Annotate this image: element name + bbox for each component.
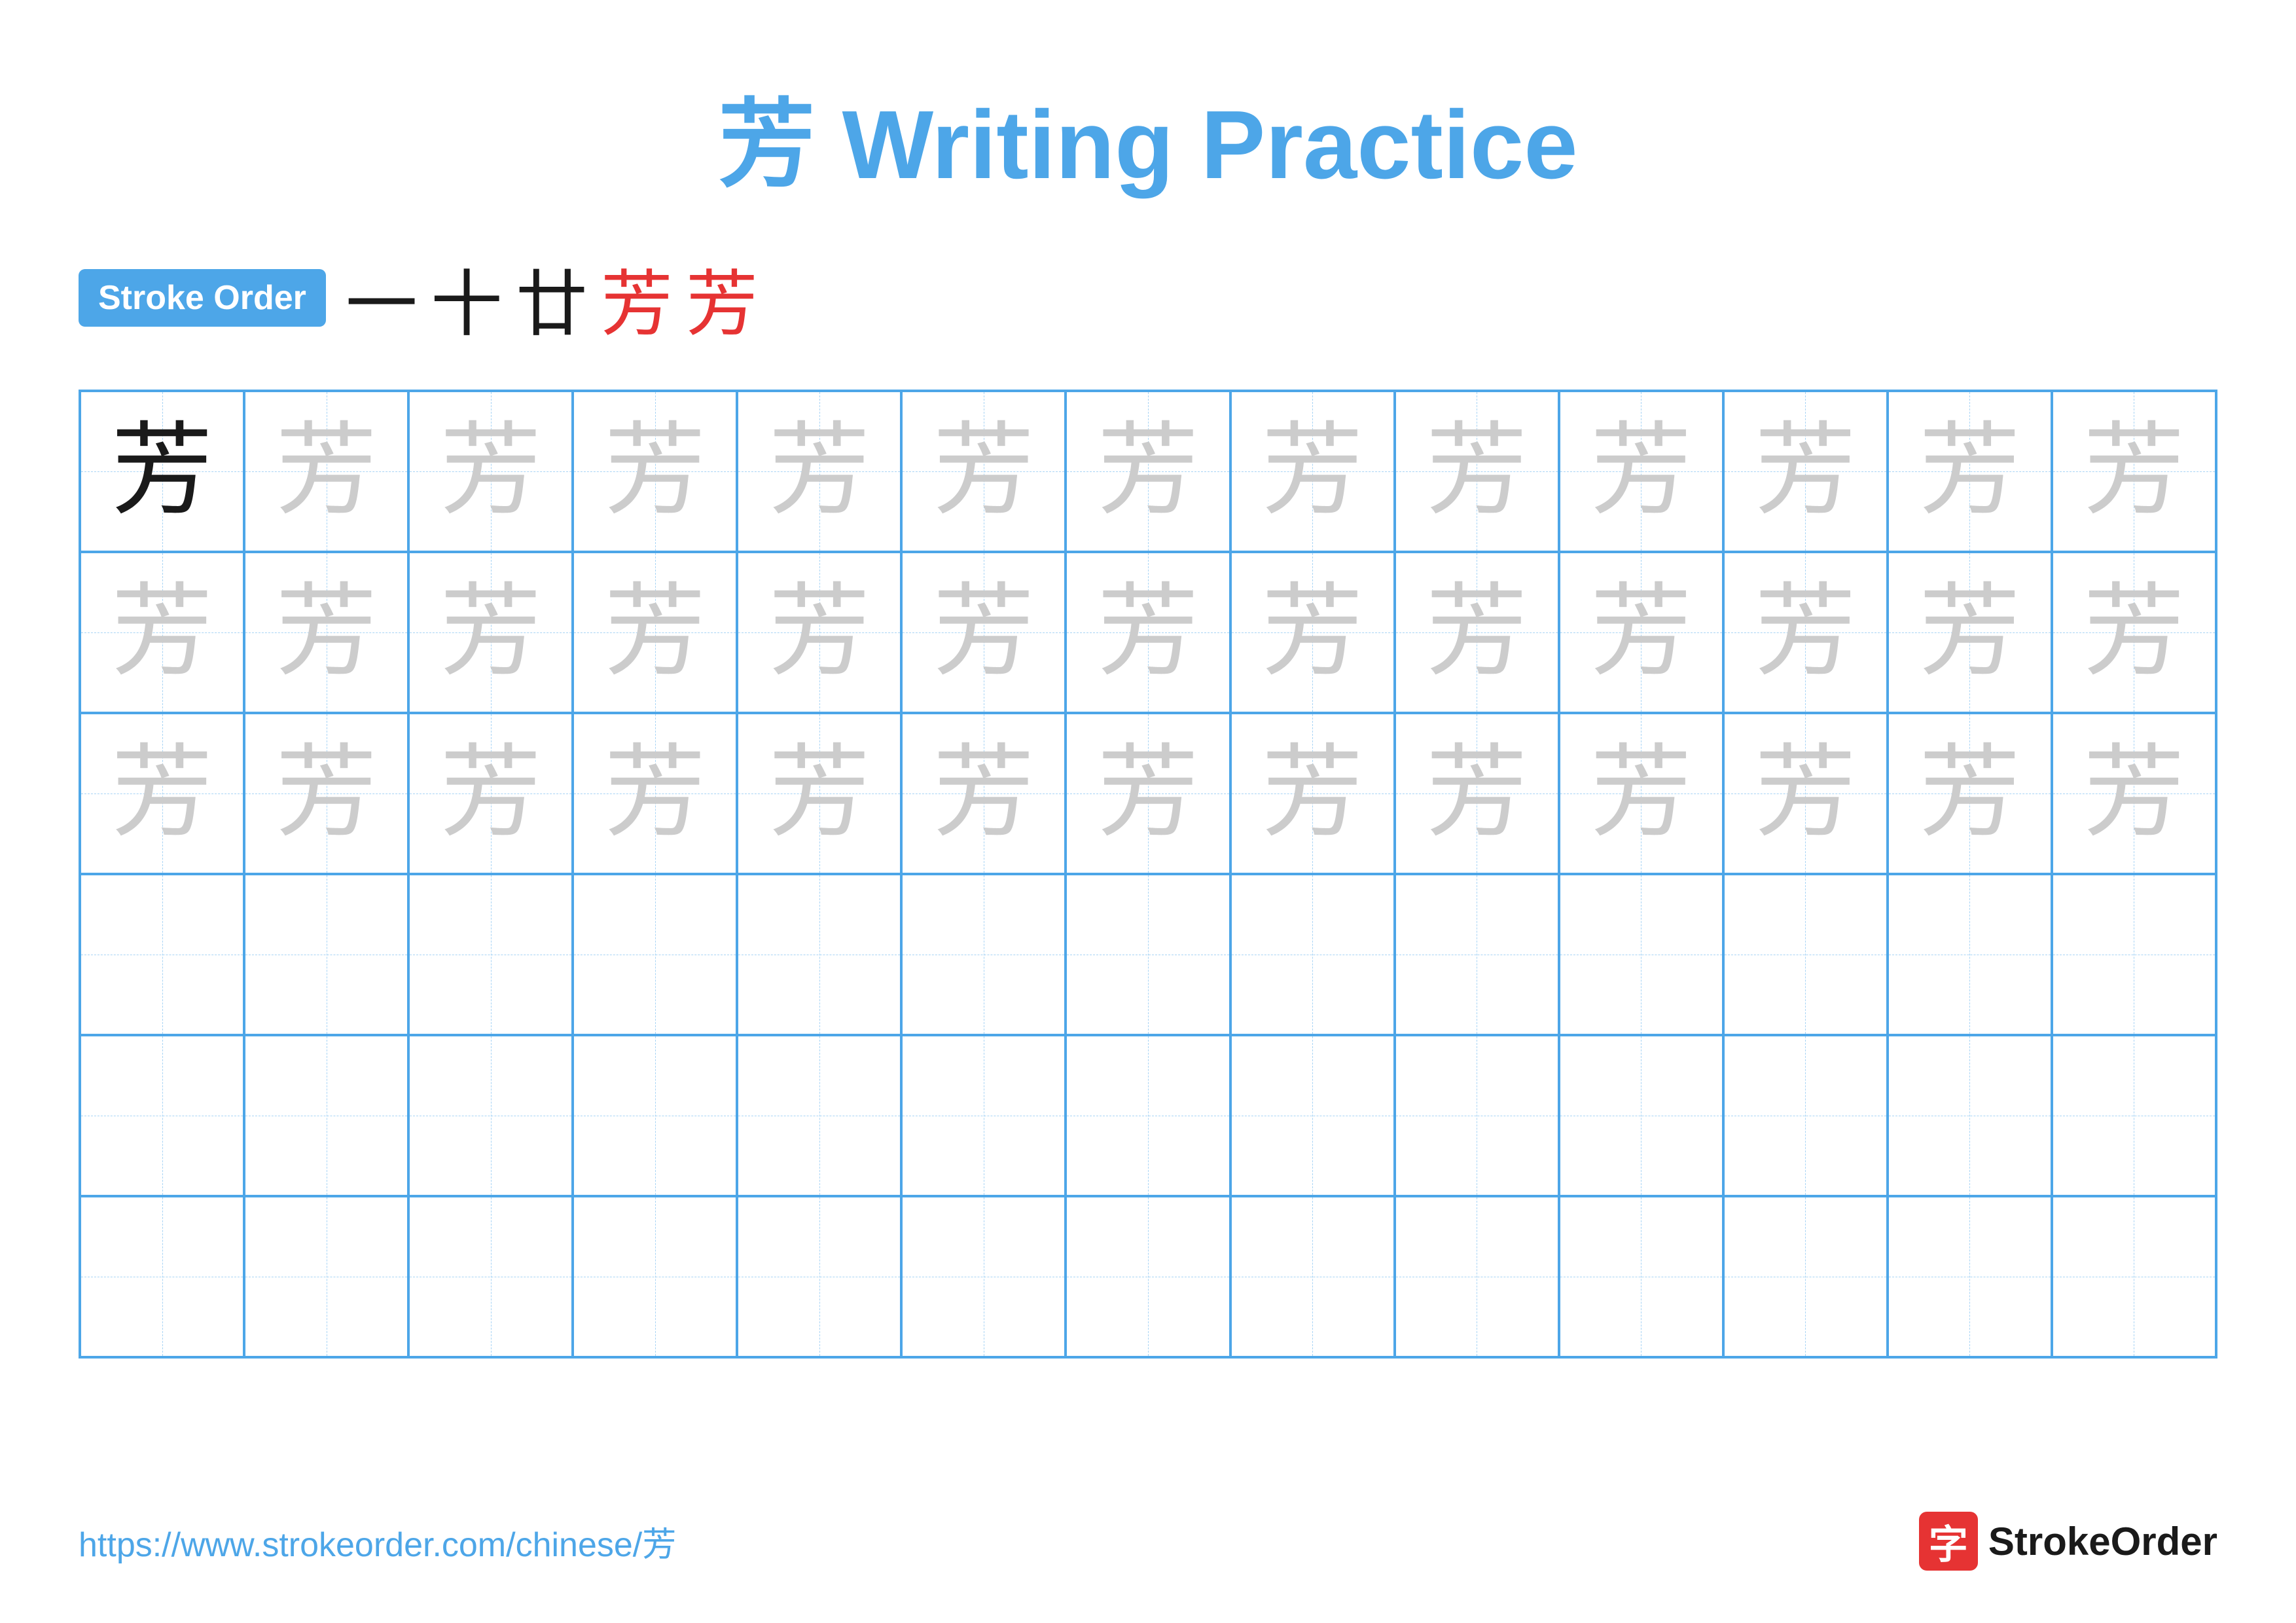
grid-cell[interactable] (1066, 1035, 1230, 1196)
grid-cell[interactable]: 芳 (573, 713, 737, 874)
grid-cell[interactable] (2052, 874, 2216, 1035)
grid-cell[interactable]: 芳 (1888, 391, 2052, 552)
grid-cell[interactable] (1723, 1196, 1888, 1357)
grid-cell[interactable] (408, 1035, 573, 1196)
grid-cell[interactable]: 芳 (1066, 391, 1230, 552)
footer-logo: 字 StrokeOrder (1919, 1512, 2217, 1571)
grid-cell[interactable]: 芳 (1559, 713, 1723, 874)
page-title: 芳 Writing Practice (718, 91, 1577, 199)
grid-cell[interactable]: 芳 (1066, 713, 1230, 874)
grid-cell[interactable] (1559, 1196, 1723, 1357)
grid-cell[interactable] (2052, 1035, 2216, 1196)
title-section: 芳 Writing Practice (79, 65, 2217, 206)
logo-char: 字 (1929, 1513, 1968, 1570)
grid-cell[interactable] (408, 874, 573, 1035)
grid-cell[interactable]: 芳 (408, 713, 573, 874)
grid-cell[interactable] (1723, 1035, 1888, 1196)
grid-cell[interactable]: 芳 (573, 391, 737, 552)
page: 芳 Writing Practice Stroke Order 一 十 廿 芳 … (0, 0, 2296, 1623)
grid-cell[interactable] (2052, 1196, 2216, 1357)
grid-cell[interactable]: 芳 (1888, 713, 2052, 874)
grid-cell[interactable]: 芳 (408, 391, 573, 552)
grid-cell[interactable] (573, 874, 737, 1035)
grid-cell[interactable] (244, 1196, 408, 1357)
grid-cell[interactable]: 芳 (1723, 552, 1888, 713)
grid-cell[interactable] (244, 874, 408, 1035)
grid-cell[interactable]: 芳 (1230, 391, 1395, 552)
grid-cell[interactable]: 芳 (80, 552, 244, 713)
grid-cell[interactable]: 芳 (80, 391, 244, 552)
footer-logo-text: StrokeOrder (1988, 1519, 2217, 1564)
stroke-char-3: 廿 (516, 246, 588, 350)
grid-cell[interactable]: 芳 (1395, 713, 1559, 874)
grid-cell[interactable]: 芳 (1395, 391, 1559, 552)
grid-cell[interactable]: 芳 (1395, 552, 1559, 713)
grid-cell[interactable] (80, 1035, 244, 1196)
grid-cell[interactable] (1888, 1035, 2052, 1196)
grid-cell[interactable]: 芳 (80, 713, 244, 874)
grid-cell[interactable] (1230, 1196, 1395, 1357)
grid-cell[interactable] (1230, 874, 1395, 1035)
stroke-char-2: 十 (431, 246, 503, 350)
grid-cell[interactable] (737, 874, 901, 1035)
footer: https://www.strokeorder.com/chinese/芳 字 … (79, 1512, 2217, 1571)
grid-cell[interactable] (1395, 1035, 1559, 1196)
grid-cell[interactable] (80, 874, 244, 1035)
grid-cell[interactable]: 芳 (1723, 391, 1888, 552)
grid-cell[interactable]: 芳 (901, 552, 1066, 713)
grid-cell[interactable] (80, 1196, 244, 1357)
grid-cell[interactable] (1723, 874, 1888, 1035)
grid-cell[interactable]: 芳 (1066, 552, 1230, 713)
grid-cell[interactable]: 芳 (244, 391, 408, 552)
stroke-char-4: 芳 (601, 246, 673, 350)
grid-cell[interactable] (901, 874, 1066, 1035)
grid-cell[interactable] (1395, 1196, 1559, 1357)
grid-cell[interactable] (1066, 874, 1230, 1035)
grid-cell[interactable] (901, 1035, 1066, 1196)
grid-cell[interactable]: 芳 (408, 552, 573, 713)
grid-cell[interactable]: 芳 (1230, 713, 1395, 874)
grid-cell[interactable] (737, 1035, 901, 1196)
stroke-char-5: 芳 (686, 246, 758, 350)
grid-cell[interactable]: 芳 (2052, 391, 2216, 552)
grid-cell[interactable] (573, 1196, 737, 1357)
grid-cell[interactable]: 芳 (737, 713, 901, 874)
grid-cell[interactable]: 芳 (1230, 552, 1395, 713)
grid-cell[interactable] (1888, 1196, 2052, 1357)
footer-logo-icon: 字 (1919, 1512, 1978, 1571)
grid-cell[interactable] (1888, 874, 2052, 1035)
stroke-order-section: Stroke Order 一 十 廿 芳 芳 (79, 246, 2217, 350)
grid-cell[interactable]: 芳 (573, 552, 737, 713)
grid-cell[interactable]: 芳 (737, 552, 901, 713)
grid-cell[interactable]: 芳 (244, 552, 408, 713)
grid-cell[interactable] (1230, 1035, 1395, 1196)
grid-cell[interactable]: 芳 (737, 391, 901, 552)
grid-cell[interactable]: 芳 (2052, 552, 2216, 713)
grid-cell[interactable] (244, 1035, 408, 1196)
practice-grid: 芳 芳 芳 芳 芳 芳 芳 芳 芳 芳 芳 芳 芳 芳 芳 芳 芳 芳 芳 芳 … (79, 390, 2217, 1359)
grid-cell[interactable] (408, 1196, 573, 1357)
grid-cell[interactable]: 芳 (1559, 552, 1723, 713)
grid-cell[interactable] (901, 1196, 1066, 1357)
grid-cell[interactable]: 芳 (1888, 552, 2052, 713)
grid-cell[interactable]: 芳 (1723, 713, 1888, 874)
grid-cell[interactable] (1395, 874, 1559, 1035)
grid-cell[interactable] (1559, 1035, 1723, 1196)
grid-cell[interactable]: 芳 (2052, 713, 2216, 874)
footer-url[interactable]: https://www.strokeorder.com/chinese/芳 (79, 1517, 676, 1566)
stroke-order-badge: Stroke Order (79, 269, 326, 327)
stroke-chars: 一 十 廿 芳 芳 (346, 246, 758, 350)
grid-cell[interactable] (1559, 874, 1723, 1035)
stroke-char-1: 一 (346, 246, 418, 350)
grid-cell[interactable]: 芳 (901, 391, 1066, 552)
grid-cell[interactable] (737, 1196, 901, 1357)
grid-cell[interactable]: 芳 (1559, 391, 1723, 552)
grid-cell[interactable] (1066, 1196, 1230, 1357)
grid-cell[interactable]: 芳 (901, 713, 1066, 874)
grid-cell[interactable] (573, 1035, 737, 1196)
grid-cell[interactable]: 芳 (244, 713, 408, 874)
